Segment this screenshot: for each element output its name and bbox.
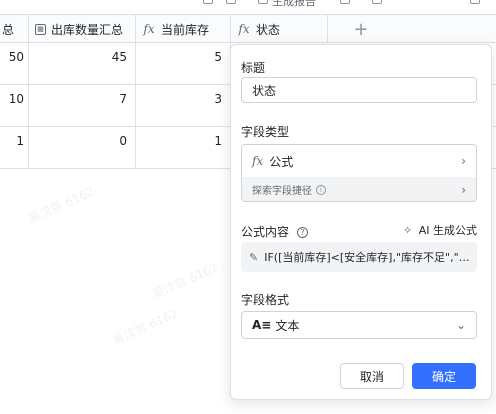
column-header-label: 当前库存 (161, 22, 210, 37)
field-format-value: 文本 (275, 318, 300, 333)
field-type-select[interactable]: fx 公式 › (242, 145, 476, 177)
toolbar-icon-6[interactable] (470, 0, 480, 4)
ai-generate-label: AI 生成公式 (418, 224, 477, 237)
add-column-button[interactable]: + (346, 15, 376, 43)
formula-label: 公式内容 (241, 225, 290, 239)
info-icon: i (316, 184, 326, 195)
table-cell[interactable]: 50 (0, 43, 29, 84)
explore-shortcuts-link[interactable]: 探索字段捷径 i › (242, 177, 476, 201)
table-cell[interactable]: 45 (29, 43, 136, 84)
table-cell[interactable]: 0 (29, 127, 136, 168)
field-settings-panel: 标题 状态 字段类型 fx 公式 › 探索字段捷径 i › 公式内容 ? ✧ A… (230, 44, 492, 400)
formula-label-row: 公式内容 ? (241, 223, 308, 240)
generate-report-button[interactable]: 生成报告 (272, 0, 316, 9)
sparkle-icon: ✧ (403, 224, 413, 237)
formula-icon: fx (143, 22, 155, 36)
ai-generate-formula-button[interactable]: ✧ AI 生成公式 (403, 222, 477, 238)
table-cell[interactable]: 10 (0, 85, 29, 126)
explore-shortcuts-label: 探索字段捷径 (252, 186, 312, 197)
table-cell[interactable]: 5 (136, 43, 231, 84)
table-cell[interactable]: 1 (0, 127, 29, 168)
table-cell[interactable]: 7 (29, 85, 136, 126)
watermark: 吴汶哲 6162 (110, 306, 181, 348)
title-input-value: 状态 (252, 83, 277, 98)
field-type-box: fx 公式 › 探索字段捷径 i › (241, 144, 477, 202)
column-header-label: 出库数量汇总 (51, 22, 124, 37)
confirm-button[interactable]: 确定 (412, 363, 476, 389)
top-toolbar: 生成报告 (0, 0, 496, 12)
column-header-total[interactable]: 总 (0, 15, 29, 43)
table-cell[interactable]: 1 (136, 127, 231, 168)
lookup-icon: ▦ (35, 23, 46, 35)
text-format-icon: A≡ (252, 318, 272, 332)
chevron-down-icon: ⌄ (455, 318, 466, 332)
formula-icon: fx (238, 22, 250, 36)
field-format-label: 字段格式 (241, 293, 290, 307)
chevron-right-icon: › (461, 182, 466, 197)
column-header-label: 状态 (256, 22, 281, 37)
title-label: 标题 (241, 61, 266, 75)
column-header-current-stock[interactable]: fx 当前库存 (136, 15, 231, 43)
toolbar-icon-5[interactable] (372, 0, 382, 4)
toolbar-icon-4[interactable] (340, 0, 350, 4)
help-icon[interactable]: ? (296, 227, 308, 238)
toolbar-icon-1[interactable] (203, 0, 213, 4)
field-type-label: 字段类型 (241, 125, 290, 139)
toolbar-icon-2[interactable] (226, 0, 236, 4)
column-header-outbound-sum[interactable]: ▦ 出库数量汇总 (29, 15, 136, 43)
edit-icon: ✎ (249, 250, 259, 264)
table-cell[interactable]: 3 (136, 85, 231, 126)
toolbar-icon-3[interactable] (258, 0, 268, 4)
grid-header-row: 总 ▦ 出库数量汇总 fx 当前库存 fx 状态 + (0, 14, 496, 43)
formula-icon: fx (252, 154, 264, 168)
watermark: 吴汶哲 6162 (150, 260, 221, 302)
formula-value: IF([当前库存]<[安全库存],"库存不足","… (264, 251, 470, 264)
column-header-status[interactable]: fx 状态 (231, 15, 328, 43)
formula-editor[interactable]: ✎ IF([当前库存]<[安全库存],"库存不足","… (241, 242, 477, 272)
chevron-right-icon: › (461, 154, 466, 168)
field-format-select[interactable]: A≡ 文本 ⌄ (241, 311, 477, 339)
title-input[interactable]: 状态 (241, 77, 477, 103)
column-header-label: 总 (2, 22, 15, 37)
field-type-value: 公式 (269, 154, 294, 169)
watermark: 吴汶哲 6162 (26, 184, 97, 226)
cancel-button[interactable]: 取消 (340, 363, 404, 389)
